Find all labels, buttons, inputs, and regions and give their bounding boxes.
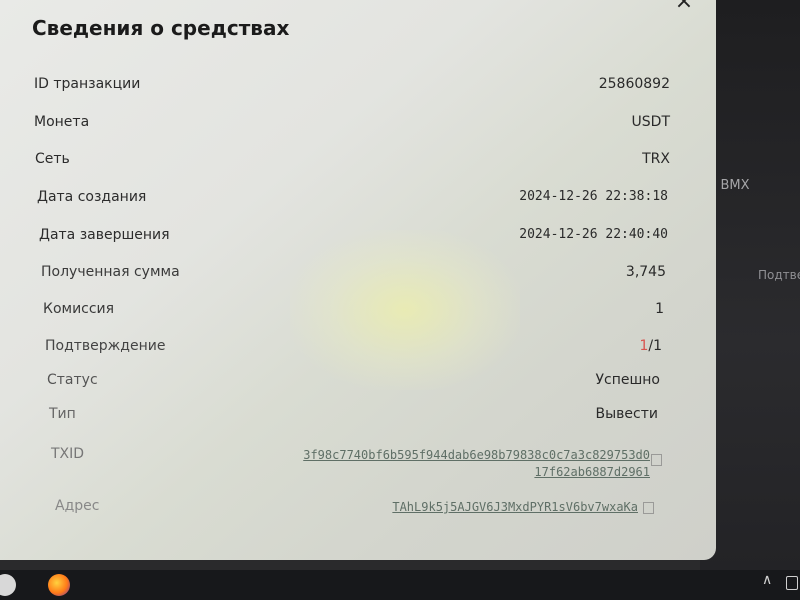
row-fee: Комиссия 1 [0,301,700,325]
label-transaction-id: ID транзакции [34,76,141,92]
taskbar: ∧ [0,570,800,600]
value-received-amount: 3,745 [625,264,666,280]
label-address: Адрес [55,498,100,514]
txid-value-block: 3f98c7740bf6b595f944dab6e98b79838c0c7a3c… [303,446,650,480]
value-status: Успешно [595,372,660,388]
label-created-date: Дата создания [37,189,147,205]
address-link[interactable]: TAhL9k5j5AJGV6J3MxdPYR1sV6bv7wxaKa [392,500,638,514]
firefox-icon[interactable] [48,574,70,596]
value-coin: USDT [631,114,670,130]
row-transaction-id: ID транзакции 25860892 [0,76,700,100]
row-coin: Монета USDT [0,114,700,138]
details-list: ID транзакции 25860892 Монета USDT Сеть … [0,0,716,560]
label-type: Тип [49,406,76,422]
value-created-date: 2024-12-26 22:38:18 [519,189,668,204]
copy-icon[interactable] [651,454,662,466]
row-txid: TXID 3f98c7740bf6b595f944dab6e98b79838c0… [0,446,700,482]
row-received-amount: Полученная сумма 3,745 [0,264,700,288]
label-txid: TXID [51,446,85,462]
value-type: Вывести [595,406,658,422]
start-icon[interactable] [0,574,16,596]
row-status: Статус Успешно [0,372,700,396]
background-text-confirm: Подтве [758,268,800,282]
label-received-amount: Полученная сумма [41,264,180,280]
row-address: Адрес TAhL9k5j5AJGV6J3MxdPYR1sV6bv7wxaKa [0,498,700,522]
label-coin: Монета [34,114,90,130]
value-completed-date: 2024-12-26 22:40:40 [519,227,668,242]
battery-icon[interactable] [786,576,798,590]
txid-link-line2[interactable]: 17f62ab6887d2961 [534,465,650,479]
row-completed-date: Дата завершения 2024-12-26 22:40:40 [0,227,700,251]
label-confirmation: Подтверждение [45,338,166,354]
label-completed-date: Дата завершения [39,227,170,243]
chevron-up-icon[interactable]: ∧ [762,572,772,588]
value-fee: 1 [655,301,664,317]
row-network: Сеть TRX [0,151,700,175]
label-fee: Комиссия [43,301,115,317]
label-status: Статус [47,372,98,388]
label-network: Сеть [35,151,70,167]
value-network: TRX [642,151,670,167]
row-confirmation: Подтверждение 1/1 [0,338,700,362]
funds-details-modal: Сведения о средствах × ID транзакции 258… [0,0,716,560]
row-type: Тип Вывести [0,406,700,430]
value-transaction-id: 25860892 [598,76,670,92]
value-confirmation: 1/1 [639,338,662,354]
confirmation-total: /1 [648,338,662,354]
row-created-date: Дата создания 2024-12-26 22:38:18 [0,189,700,213]
txid-link-line1[interactable]: 3f98c7740bf6b595f944dab6e98b79838c0c7a3c… [303,448,650,462]
copy-icon[interactable] [643,502,654,514]
